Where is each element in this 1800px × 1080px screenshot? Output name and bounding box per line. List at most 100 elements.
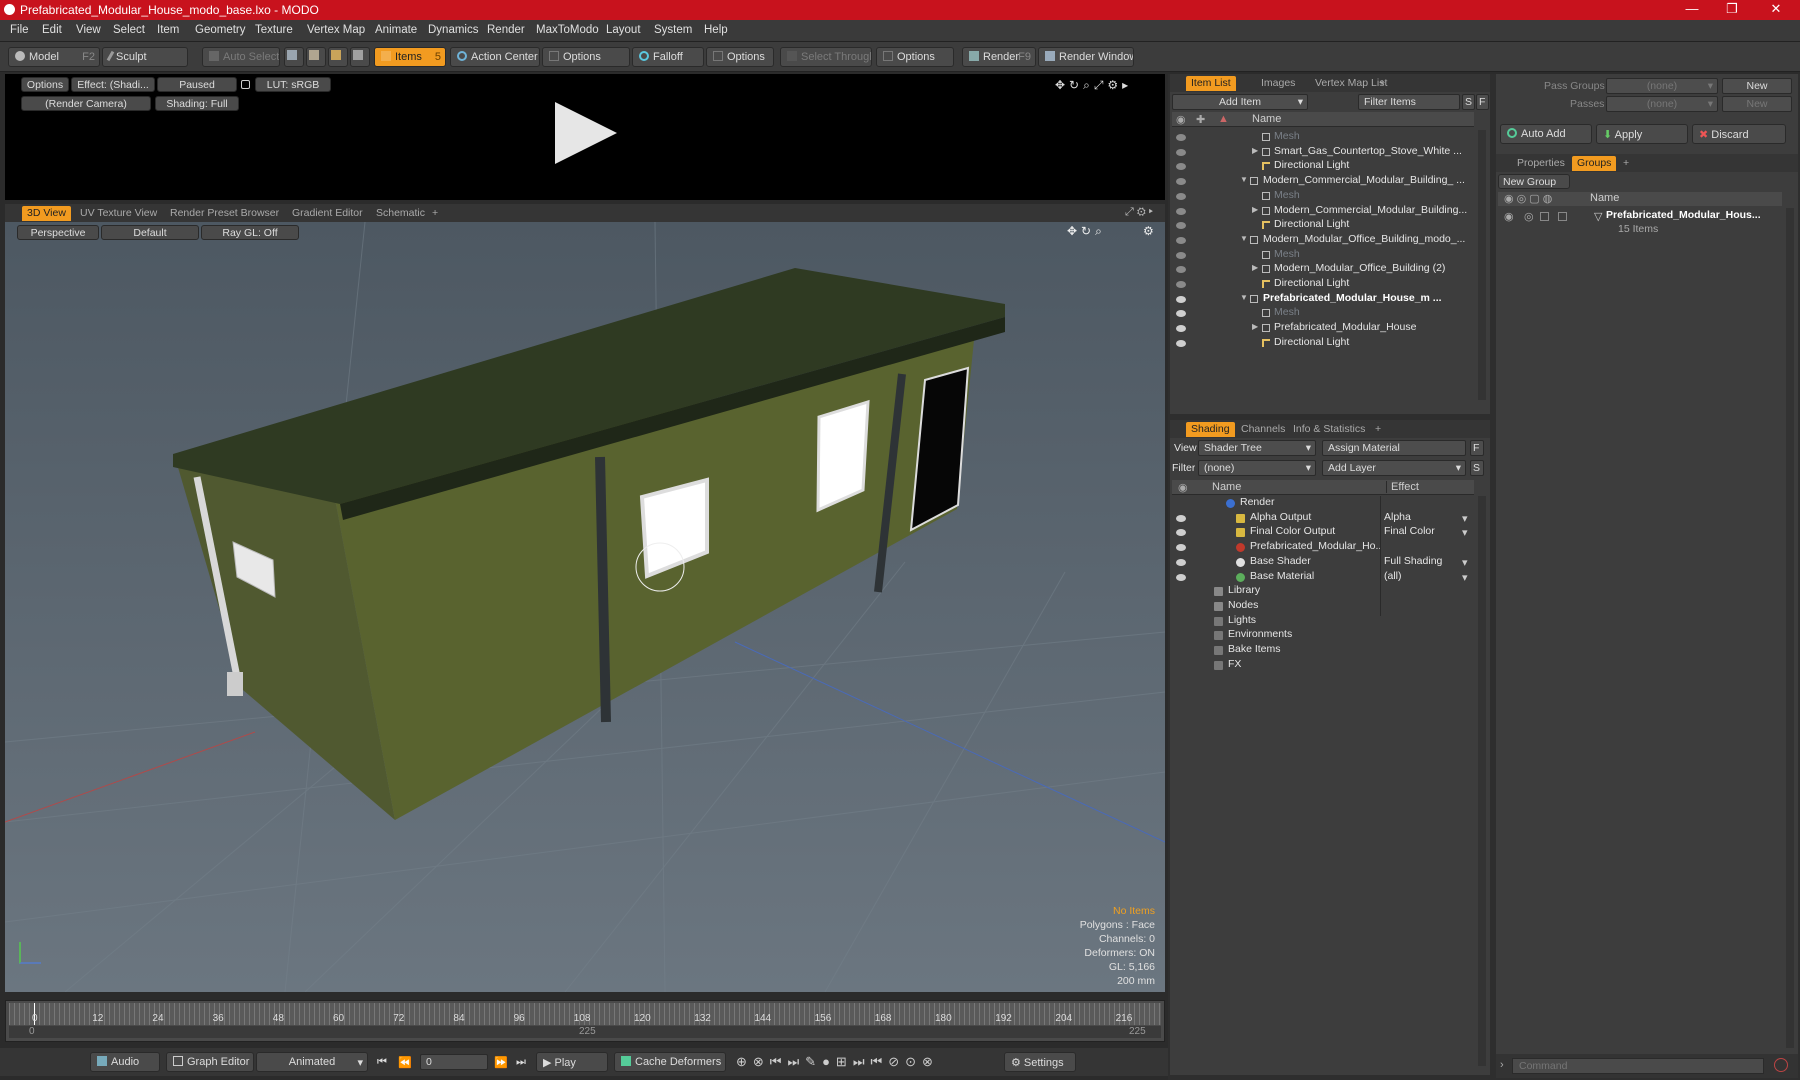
minimize-icon[interactable]: — <box>1672 1 1712 16</box>
play-button[interactable]: ▶ Play <box>536 1052 608 1072</box>
menu-file[interactable]: File <box>10 24 29 36</box>
item-list-row[interactable]: Prefabricated_Modular_House_m ... <box>1263 292 1473 308</box>
cache-deformers-button[interactable]: Cache Deformers <box>614 1052 726 1072</box>
shader-effect-dropdown[interactable]: Full Shading <box>1384 555 1470 571</box>
polygons-mode-button[interactable] <box>328 47 348 67</box>
shader-tree-row[interactable]: Base Shader <box>1250 555 1380 571</box>
animated-dropdown[interactable]: Animated ▾ <box>256 1052 368 1072</box>
shader-effect-dropdown[interactable]: Alpha <box>1384 511 1470 527</box>
visibility-eye-icon[interactable] <box>1176 281 1186 288</box>
new-group-button[interactable]: New Group <box>1498 174 1570 189</box>
group-lock-checkbox[interactable] <box>1540 212 1549 221</box>
item-list-row[interactable]: Mesh <box>1274 130 1474 146</box>
item-list-row[interactable]: Modern_Modular_Office_Building (2) <box>1274 262 1474 278</box>
menu-geometry[interactable]: Geometry <box>195 24 246 36</box>
add-layer-dropdown[interactable]: Add Layer ▾ <box>1322 460 1466 476</box>
model-mode-button[interactable]: Model F2 <box>8 47 100 67</box>
tab-schematic[interactable]: Schematic <box>371 206 430 221</box>
tab-images[interactable]: Images <box>1256 76 1300 91</box>
filter-f-button[interactable]: F <box>1476 94 1489 110</box>
collapsed-arrow-icon[interactable]: ▶ <box>1252 322 1258 331</box>
tab-shading[interactable]: Shading <box>1186 422 1235 437</box>
visibility-eye-icon[interactable] <box>1176 163 1186 171</box>
shading-scrollbar[interactable] <box>1478 496 1486 1066</box>
render-camera-dropdown[interactable]: (Render Camera) <box>21 96 151 111</box>
menu-layout[interactable]: Layout <box>606 24 641 36</box>
group-render-icon[interactable]: ◎ <box>1524 210 1534 223</box>
shader-tree-row[interactable]: FX <box>1228 658 1380 674</box>
tab-3d-view[interactable]: 3D View <box>22 206 71 221</box>
play-render-icon[interactable] <box>555 102 617 164</box>
frame-input[interactable]: 0 <box>420 1054 488 1070</box>
falloff-button[interactable]: Falloff <box>632 47 704 67</box>
menu-animate[interactable]: Animate <box>375 24 417 36</box>
audio-button[interactable]: Audio <box>90 1052 160 1072</box>
3d-viewport[interactable]: Perspective Default Ray GL: Off ✥↻⌕ ⚙ No… <box>5 222 1165 992</box>
item-list-row[interactable]: Modern_Commercial_Modular_Building... <box>1274 204 1474 220</box>
menu-system[interactable]: System <box>654 24 692 36</box>
add-tab-button[interactable]: + <box>1370 422 1386 437</box>
preview-nav-icons[interactable]: ✥↻⌕⤢⚙▸ <box>1055 78 1132 93</box>
skip-to-end-icon[interactable]: ⏭ <box>516 1056 526 1069</box>
lock-icon[interactable] <box>241 80 250 89</box>
maximize-icon[interactable]: ❐ <box>1712 1 1752 17</box>
visibility-eye-icon[interactable] <box>1176 251 1186 259</box>
graph-editor-button[interactable]: Graph Editor <box>166 1052 254 1072</box>
materials-mode-button[interactable] <box>350 47 370 67</box>
collapsed-arrow-icon[interactable]: ▶ <box>1252 146 1258 155</box>
shader-tree-row[interactable]: Library <box>1228 584 1380 600</box>
tab-groups[interactable]: Groups <box>1572 156 1617 171</box>
item-list-row[interactable]: Prefabricated_Modular_House <box>1274 321 1474 337</box>
menu-select[interactable]: Select <box>113 24 145 36</box>
menu-view[interactable]: View <box>76 24 101 36</box>
item-list-row[interactable]: Directional Light <box>1274 159 1474 175</box>
scene-canvas[interactable] <box>5 222 1165 992</box>
select-through-options-button[interactable]: Options <box>876 47 954 67</box>
step-back-icon[interactable]: ⏪ <box>398 1056 412 1069</box>
raygl-dropdown[interactable]: Ray GL: Off <box>201 225 299 240</box>
tab-uv-texture-view[interactable]: UV Texture View <box>75 206 162 221</box>
tab-render-preset-browser[interactable]: Render Preset Browser <box>165 206 284 221</box>
shader-tree-row[interactable]: Lights <box>1228 614 1380 630</box>
shader-tree-row[interactable]: Bake Items <box>1228 643 1380 659</box>
command-input[interactable] <box>1512 1058 1764 1074</box>
menu-vertex-map[interactable]: Vertex Map <box>307 24 365 36</box>
viewport-expand-icons[interactable]: ⤢ ⚙ ▸ <box>1125 206 1153 219</box>
shader-effect-dropdown[interactable]: (all) <box>1384 570 1470 586</box>
viewport-nav-icons[interactable]: ✥↻⌕ <box>1067 224 1106 239</box>
visibility-eye-icon[interactable] <box>1176 295 1186 303</box>
tab-channels[interactable]: Channels <box>1236 422 1290 437</box>
discard-button[interactable]: ✖ Discard <box>1692 124 1786 144</box>
shader-tree-row[interactable]: Final Color Output <box>1250 525 1380 541</box>
view-dropdown[interactable]: Shader Tree ▾ <box>1198 440 1316 456</box>
apply-button[interactable]: ⬇ Apply <box>1596 124 1688 144</box>
visibility-eye-icon[interactable] <box>1176 222 1186 230</box>
expanded-arrow-icon[interactable]: ▼ <box>1240 234 1248 243</box>
paused-button[interactable]: Paused <box>157 77 237 92</box>
visibility-eye-icon[interactable] <box>1176 514 1186 522</box>
falloff-options-button[interactable]: Options <box>706 47 774 67</box>
select-through-button[interactable]: Select Through <box>780 47 872 67</box>
visibility-eye-icon[interactable] <box>1176 544 1186 552</box>
item-list-row[interactable]: Modern_Commercial_Modular_Building_ ... <box>1263 174 1473 190</box>
item-list-row[interactable]: Directional Light <box>1274 218 1474 234</box>
tab-properties[interactable]: Properties <box>1512 156 1570 171</box>
timeline[interactable]: 0 12 24 36 48 60 72 84 96 108 120 132 144 156 168 180 19… <box>5 1000 1165 1042</box>
edges-mode-button[interactable] <box>306 47 326 67</box>
visibility-eye-icon[interactable] <box>1176 236 1186 244</box>
visibility-eye-icon[interactable] <box>1176 558 1186 566</box>
item-list-row[interactable]: Directional Light <box>1274 277 1474 293</box>
menu-maxtomodo[interactable]: MaxToModo <box>536 24 599 36</box>
item-list-row[interactable]: Directional Light <box>1274 336 1474 352</box>
collapsed-arrow-icon[interactable]: ▶ <box>1252 205 1258 214</box>
visibility-eye-icon[interactable] <box>1176 325 1186 333</box>
item-list-row[interactable]: Smart_Gas_Countertop_Stove_White ... <box>1274 145 1474 161</box>
items-mode-button[interactable]: Items 5 <box>374 47 446 67</box>
menu-edit[interactable]: Edit <box>42 24 62 36</box>
tab-info-statistics[interactable]: Info & Statistics <box>1288 422 1370 437</box>
add-tab-button[interactable]: + <box>1618 156 1634 171</box>
item-list-row[interactable]: Mesh <box>1274 248 1474 264</box>
command-history-icon[interactable] <box>1774 1058 1788 1072</box>
assign-material-button[interactable]: Assign Material <box>1322 440 1466 456</box>
action-center-options-button[interactable]: Options <box>542 47 630 67</box>
